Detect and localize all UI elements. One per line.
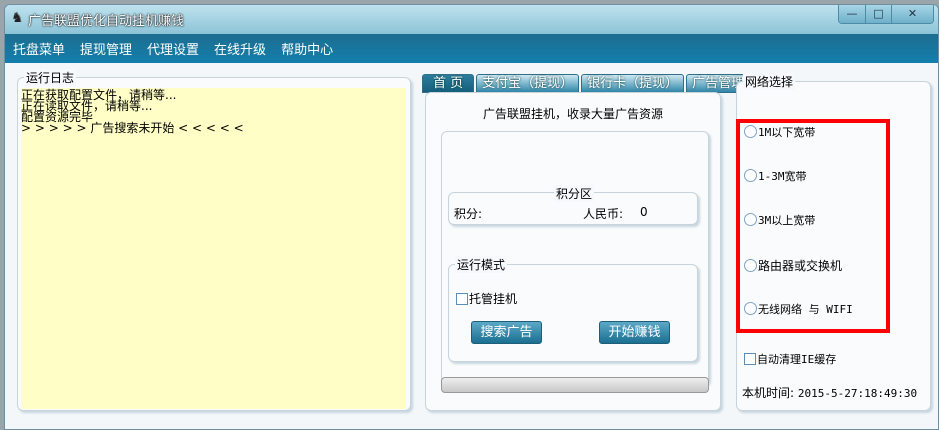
tab-bar: 首 页 支付宝（提现） 银行卡（提现） 广告管理: [422, 74, 751, 93]
app-logo-icon: ♞: [11, 10, 24, 26]
close-button[interactable]: ✕: [891, 5, 933, 23]
radio-circle[interactable]: [744, 302, 757, 315]
title-bar: ♞ 广告联盟优化自动挂机赚钱 — □ ✕: [5, 5, 938, 34]
radio-router[interactable]: 路由器或交换机: [744, 257, 842, 274]
slogan: 广告联盟挂机，收录大量广告资源: [482, 107, 663, 121]
radio-label: 1-3M宽带: [758, 170, 807, 183]
log-line: > > > > > 广告搜索未开始 < < < < <: [21, 121, 244, 135]
checkbox-box[interactable]: [456, 293, 468, 305]
menu-bar: 托盘菜单 提现管理 代理设置 在线升级 帮助中心: [5, 34, 938, 63]
auto-clean-label: 自动清理IE缓存: [757, 353, 837, 366]
radio-label: 无线网络 与 WIFI: [758, 303, 853, 316]
rmb-label: 人民币:: [583, 207, 624, 221]
network-label: 网络选择: [743, 73, 796, 90]
menu-withdraw[interactable]: 提现管理: [80, 39, 132, 58]
radio-circle[interactable]: [744, 169, 757, 182]
radio-over-3m[interactable]: 3M以上宽带: [744, 212, 815, 228]
radio-circle[interactable]: [744, 125, 757, 138]
minimize-button[interactable]: —: [839, 5, 865, 23]
radio-label: 路由器或交换机: [758, 259, 843, 273]
radio-wifi[interactable]: 无线网络 与 WIFI: [744, 301, 853, 317]
time-label: 本机时间:: [742, 386, 795, 400]
menu-tray[interactable]: 托盘菜单: [13, 39, 65, 58]
start-earning-button[interactable]: 开始赚钱: [599, 321, 670, 344]
rmb-value: 0: [640, 205, 648, 219]
radio-circle[interactable]: [744, 213, 757, 226]
radio-under-1m[interactable]: 1M以下宽带: [744, 124, 815, 140]
points-group: 积分区 积分: 人民币: 0: [448, 185, 698, 225]
mode-group-label: 运行模式: [455, 256, 508, 273]
radio-circle[interactable]: [744, 259, 757, 272]
checkbox-box[interactable]: [744, 353, 756, 365]
local-time: 本机时间: 2015-5-27:18:49:30: [742, 384, 917, 401]
hosted-label: 托管挂机: [469, 292, 518, 306]
points-group-label: 积分区: [554, 185, 595, 202]
app-window: ♞ 广告联盟优化自动挂机赚钱 — □ ✕ 托盘菜单 提现管理 代理设置 在线升级…: [4, 4, 939, 430]
window-title: 广告联盟优化自动挂机赚钱: [28, 14, 185, 29]
maximize-button[interactable]: □: [865, 5, 891, 23]
tab-home[interactable]: 首 页: [422, 74, 475, 93]
time-value: 2015-5-27:18:49:30: [797, 387, 918, 400]
log-output[interactable]: 正在获取配置文件，请稍等... 正在读取文件，请稍等... 配置资源完毕 > >…: [21, 88, 406, 409]
log-label: 运行日志: [24, 69, 77, 86]
radio-label: 1M以下宽带: [758, 126, 816, 139]
search-ads-button[interactable]: 搜索广告: [471, 321, 542, 344]
tab-bank[interactable]: 银行卡（提现）: [581, 74, 685, 93]
radio-1-3m[interactable]: 1-3M宽带: [744, 168, 807, 184]
auto-clean-checkbox[interactable]: 自动清理IE缓存: [744, 351, 836, 367]
progress-bar: [441, 377, 709, 393]
mode-group: 运行模式 托管挂机: [448, 256, 698, 362]
radio-label: 3M以上宽带: [758, 214, 816, 227]
menu-upgrade[interactable]: 在线升级: [214, 39, 266, 58]
tab-alipay[interactable]: 支付宝（提现）: [476, 74, 580, 93]
menu-help[interactable]: 帮助中心: [281, 39, 333, 58]
hosted-checkbox[interactable]: 托管挂机: [456, 290, 517, 307]
menu-proxy[interactable]: 代理设置: [147, 39, 199, 58]
points-label: 积分:: [454, 207, 483, 221]
